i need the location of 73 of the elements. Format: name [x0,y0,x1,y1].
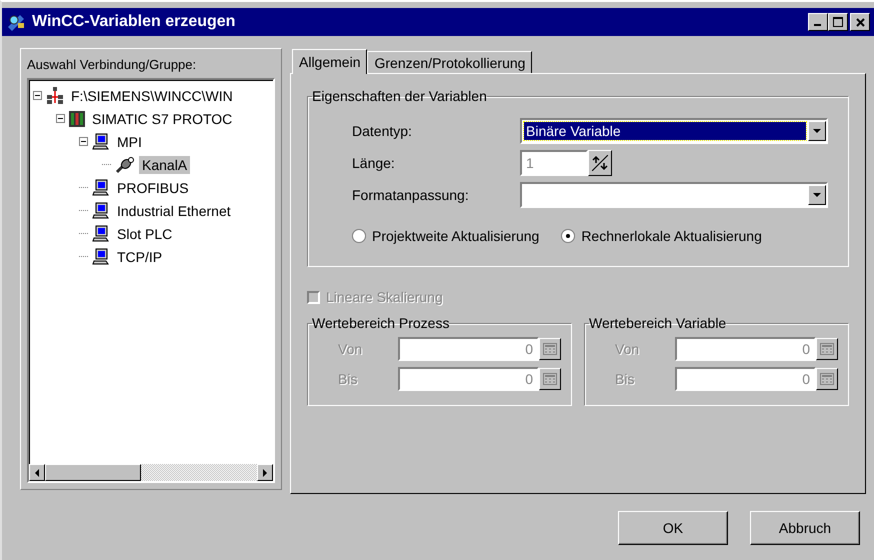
collapse-toggle[interactable] [33,91,42,100]
dialog-button[interactable]: Abbruch [750,511,860,545]
tree-item[interactable]: TCP/IP [114,248,166,266]
tree-item[interactable]: F:\SIEMENS\WINCC\WIN [68,86,236,104]
dropdown-arrow-icon [813,127,821,135]
close-icon [856,18,864,26]
field-label: Formatanpassung: [352,187,470,203]
panel-label: Auswahl Verbindung/Gruppe: [27,57,198,72]
minus-icon [81,141,86,142]
calculator-icon [543,343,557,355]
calculator-icon [820,373,834,385]
network-icon [46,86,64,104]
number-field[interactable]: 0 [398,367,539,391]
format-dropdown[interactable] [520,182,828,208]
radio-button[interactable] [561,229,576,243]
radio-button[interactable] [352,229,366,243]
tree-item[interactable]: Industrial Ethernet [114,202,234,220]
scroll-left-button[interactable] [29,464,45,481]
group-title: Wertebereich Variable [589,315,726,331]
group-title: Wertebereich Prozess [312,315,450,331]
calculator-icon [820,343,834,355]
calculator-icon [543,373,557,385]
tab[interactable]: Grenzen/Protokollierung [367,51,532,73]
field-label: Bis [615,371,636,387]
radio-option[interactable]: Rechnerlokale Aktualisierung [561,228,762,244]
up-down-arrows-icon [592,155,608,171]
data-type-dropdown[interactable]: Binäre Variable [520,118,828,144]
tree-item[interactable]: PROFIBUS [114,178,192,196]
spin-button[interactable] [588,150,612,176]
field-label: Von [338,341,364,357]
horizontal-scrollbar[interactable] [29,464,273,481]
collapse-toggle[interactable] [79,137,88,146]
right-arrow-icon [261,468,269,476]
minus-icon [58,118,63,119]
scroll-thumb[interactable] [45,464,141,481]
number-field[interactable]: 0 [675,337,816,361]
number-field[interactable]: 0 [675,367,816,391]
computer-icon [92,178,110,196]
field-label: Länge: [352,155,396,171]
number-field[interactable]: 0 [398,337,539,361]
radio-option[interactable]: Projektweite Aktualisierung [352,228,540,244]
plc-rack-icon [69,110,85,128]
tree-item[interactable]: Slot PLC [114,224,176,242]
left-arrow-icon [33,468,41,476]
field-label: Von [615,341,640,357]
tree-item[interactable]: KanalA [139,156,190,174]
calculator-button[interactable] [539,368,561,390]
dialog-button[interactable]: OK [618,511,728,545]
dropdown-arrow-icon [813,191,821,199]
checkbox-label: Lineare Skalierung [326,289,443,305]
calculator-button[interactable] [539,338,561,360]
computer-icon [92,248,110,266]
minus-icon [35,95,40,96]
tab[interactable]: Allgemein [292,49,368,74]
group-title: Eigenschaften der Variablen [312,88,487,104]
minimize-button[interactable] [808,13,828,31]
computer-icon [92,202,110,220]
tree-item[interactable]: SIMATIC S7 PROTOC [89,110,236,128]
close-button[interactable] [850,13,870,31]
collapse-toggle[interactable] [56,114,65,123]
maximize-button[interactable] [828,13,848,31]
field-label: Bis [338,371,358,387]
computer-icon [92,132,110,150]
scroll-right-button[interactable] [257,464,273,481]
maximize-icon [833,17,843,27]
window-title: WinCC-Variablen erzeugen [32,13,236,31]
app-icon [6,13,26,31]
field-label: Datentyp: [352,123,413,139]
calculator-button[interactable] [816,338,838,360]
tree-item[interactable]: MPI [114,132,145,150]
computer-icon [92,224,110,242]
calculator-button[interactable] [816,368,838,390]
connector-plug-icon [115,156,135,174]
